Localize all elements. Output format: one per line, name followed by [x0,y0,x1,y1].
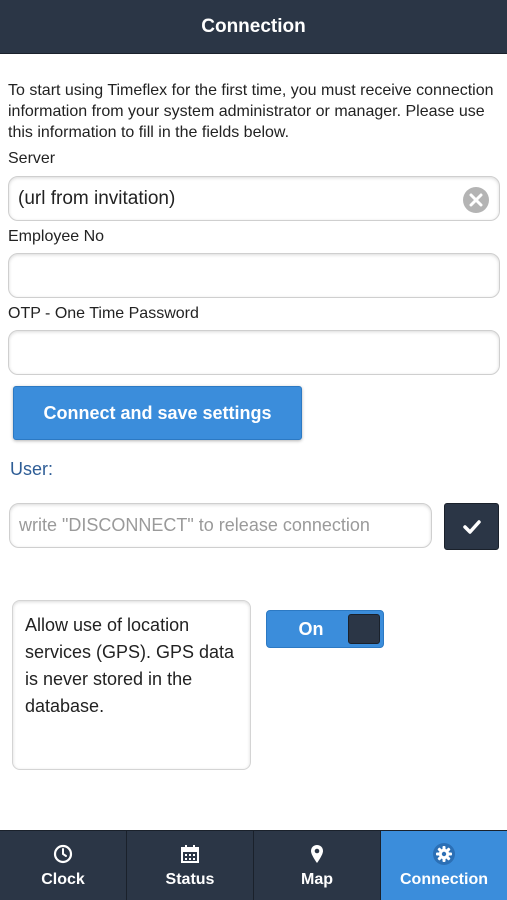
confirm-disconnect-button[interactable] [444,503,499,550]
check-icon [462,519,481,534]
otp-label: OTP - One Time Password [8,305,199,322]
user-label: User: [10,459,54,479]
disconnect-input[interactable] [10,504,431,547]
gps-info-box: Allow use of location services (GPS). GP… [12,600,251,770]
server-input-wrapper [8,176,500,221]
nav-map[interactable]: Map [254,831,381,900]
nav-clock[interactable]: Clock [0,831,127,900]
intro-text: To start using Timeflex for the first ti… [8,82,494,141]
page-title: Connection [201,15,306,37]
calendar-icon [180,843,200,865]
nav-connection[interactable]: Connection [381,831,507,900]
gps-toggle-label: On [298,618,324,639]
nav-status[interactable]: Status [127,831,254,900]
employee-no-input[interactable] [9,254,499,297]
disconnect-input-wrapper [9,503,432,548]
otp-input[interactable] [9,331,499,374]
map-marker-icon [310,843,324,865]
gear-icon [432,842,456,865]
nav-status-label: Status [165,870,215,888]
clear-icon[interactable] [463,187,489,213]
otp-input-wrapper [8,330,500,375]
server-label: Server [8,150,56,167]
gps-toggle-knob[interactable] [348,614,380,644]
nav-connection-label: Connection [400,870,488,888]
clock-icon [53,843,73,865]
employee-no-input-wrapper [8,253,500,298]
gps-toggle[interactable]: On [266,610,384,648]
nav-map-label: Map [301,870,333,888]
connect-save-button[interactable]: Connect and save settings [13,386,302,440]
nav-clock-label: Clock [41,870,85,888]
server-input[interactable] [9,177,499,220]
employee-no-label: Employee No [8,228,105,245]
bottom-navbar: Clock Status Map Connection [0,830,507,900]
gps-info-text: Allow use of location services (GPS). GP… [25,615,235,716]
app-header: Connection [0,0,507,54]
close-icon [469,193,483,207]
